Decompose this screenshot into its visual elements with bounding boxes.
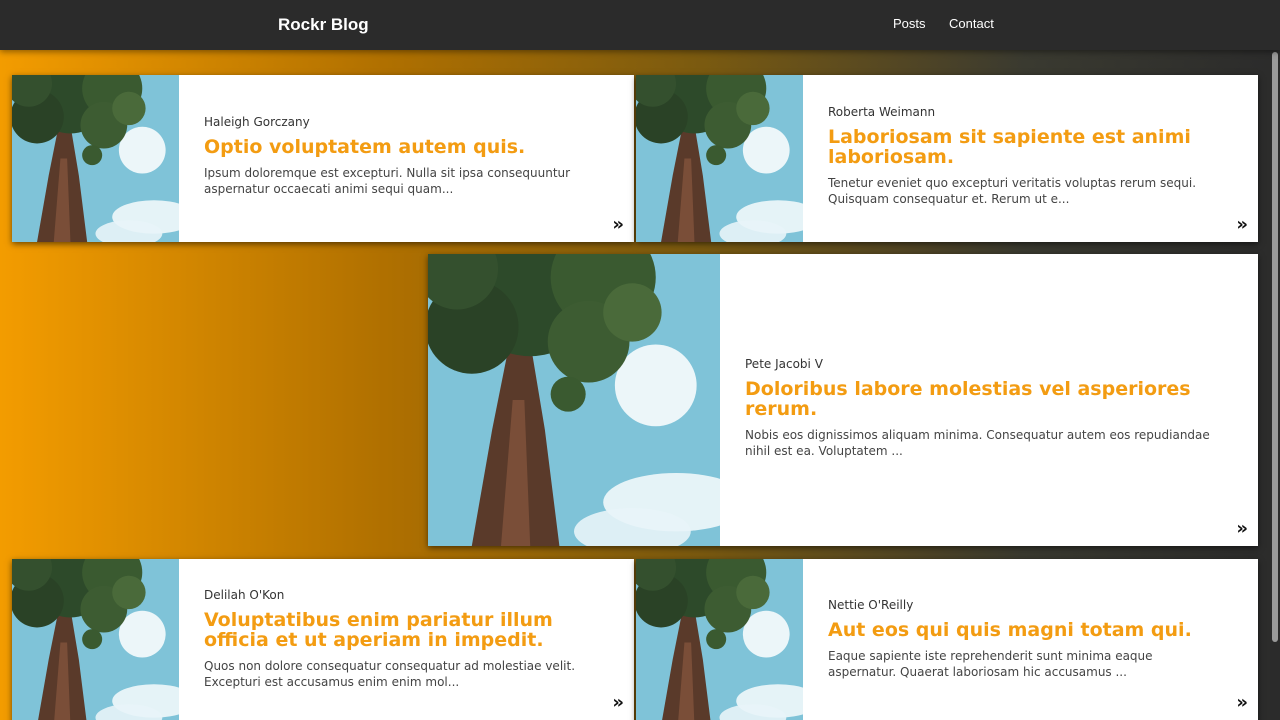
post-body: Roberta Weimann Laboriosam sit sapiente …: [803, 75, 1258, 242]
read-more-icon[interactable]: »: [612, 694, 624, 712]
post-body: Nettie O'Reilly Aut eos qui quis magni t…: [803, 559, 1258, 720]
post-title[interactable]: Laboriosam sit sapiente est animi labori…: [828, 127, 1218, 167]
post-excerpt: Ipsum doloremque est excepturi. Nulla si…: [204, 166, 571, 196]
post-image[interactable]: [12, 75, 179, 242]
post-card[interactable]: Roberta Weimann Laboriosam sit sapiente …: [636, 75, 1258, 242]
site-brand[interactable]: Rockr Blog: [278, 15, 369, 35]
post-excerpt: Eaque sapiente iste reprehenderit sunt m…: [828, 649, 1153, 679]
read-more-icon[interactable]: »: [1236, 694, 1248, 712]
featured-post-card[interactable]: Pete Jacobi V Doloribus labore molestias…: [428, 254, 1258, 546]
post-body: Haleigh Gorczany Optio voluptatem autem …: [179, 75, 634, 242]
scrollbar-thumb[interactable]: [1272, 52, 1278, 642]
post-excerpt: Nobis eos dignissimos aliquam minima. Co…: [745, 428, 1210, 458]
post-card[interactable]: Delilah O'Kon Voluptatibus enim pariatur…: [12, 559, 634, 720]
post-title[interactable]: Voluptatibus enim pariatur illum officia…: [204, 610, 609, 650]
post-excerpt: Tenetur eveniet quo excepturi veritatis …: [828, 176, 1197, 206]
read-more-icon[interactable]: »: [1236, 520, 1248, 538]
post-title[interactable]: Optio voluptatem autem quis.: [204, 137, 594, 157]
post-body: Delilah O'Kon Voluptatibus enim pariatur…: [179, 559, 634, 720]
read-more-icon[interactable]: »: [612, 216, 624, 234]
post-title[interactable]: Doloribus labore molestias vel asperiore…: [745, 379, 1218, 419]
post-author: Nettie O'Reilly: [828, 598, 914, 612]
post-author: Delilah O'Kon: [204, 588, 285, 602]
post-body: Pete Jacobi V Doloribus labore molestias…: [720, 254, 1258, 546]
post-excerpt: Quos non dolore consequatur consequatur …: [204, 659, 576, 689]
post-author: Roberta Weimann: [828, 105, 936, 119]
post-image[interactable]: [636, 559, 803, 720]
post-title[interactable]: Aut eos qui quis magni totam qui.: [828, 620, 1218, 640]
post-image[interactable]: [428, 254, 720, 546]
post-image[interactable]: [12, 559, 179, 720]
post-image[interactable]: [636, 75, 803, 242]
top-navbar: Rockr Blog Posts Contact: [0, 0, 1280, 50]
post-author: Haleigh Gorczany: [204, 115, 310, 129]
post-author: Pete Jacobi V: [745, 357, 823, 371]
read-more-icon[interactable]: »: [1236, 216, 1248, 234]
post-card[interactable]: Nettie O'Reilly Aut eos qui quis magni t…: [636, 559, 1258, 720]
nav-link-posts[interactable]: Posts: [893, 16, 926, 31]
post-card[interactable]: Haleigh Gorczany Optio voluptatem autem …: [12, 75, 634, 242]
nav-link-contact[interactable]: Contact: [949, 16, 994, 31]
